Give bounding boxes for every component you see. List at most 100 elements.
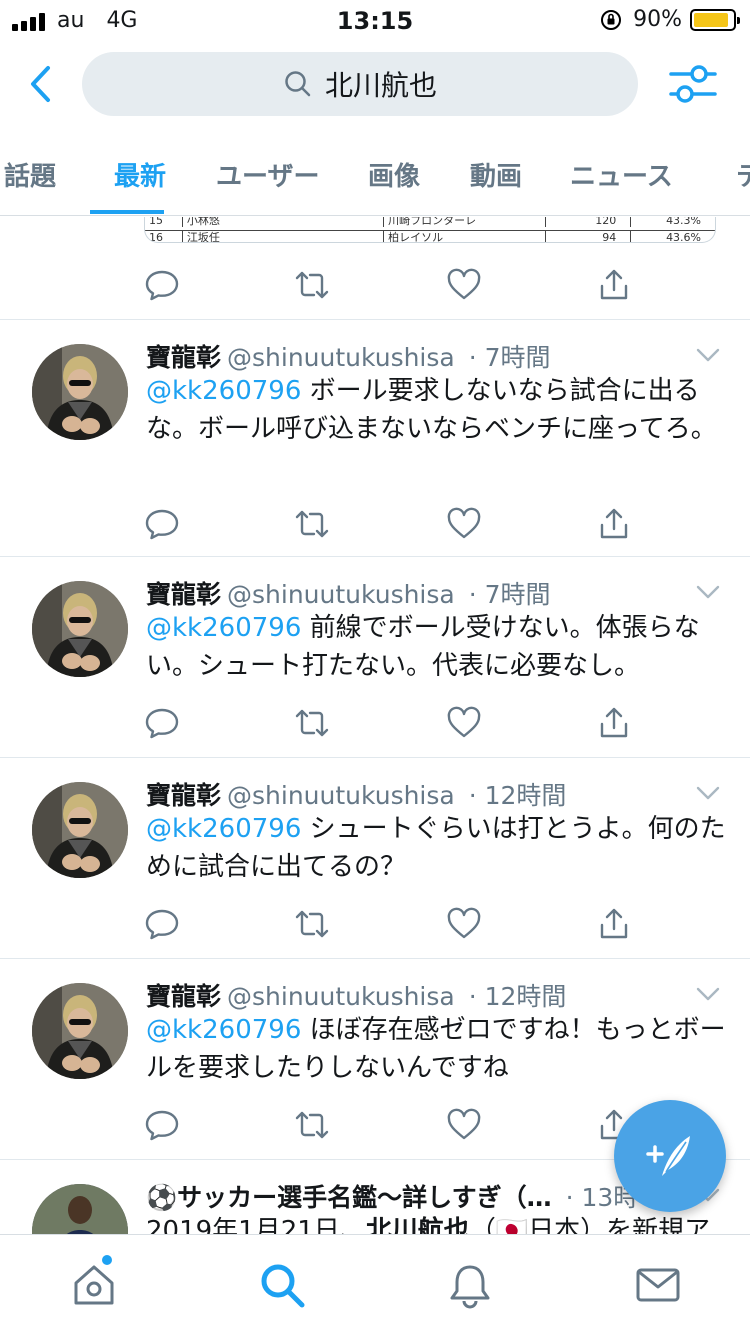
reply-icon[interactable]: [144, 1107, 180, 1143]
messages-icon[interactable]: [634, 1261, 682, 1309]
compose-icon: [646, 1136, 690, 1176]
tweet-time: · 7時間: [468, 580, 551, 609]
chevron-down-icon[interactable]: [696, 348, 720, 362]
orientation-lock-icon: [601, 9, 622, 30]
reply-icon[interactable]: [144, 267, 180, 303]
tweet[interactable]: 寶龍彰 @shinuutukushisa · 7時間 @kk260796 ボール要…: [0, 320, 750, 557]
search-icon: [285, 71, 311, 97]
active-tab-indicator: [90, 210, 164, 214]
user-name[interactable]: 寶龍彰: [146, 343, 221, 372]
avatar-image: [32, 1184, 128, 1234]
user-handle: @shinuutukushisa: [227, 580, 455, 609]
image-table-row: 15 小林悠 川崎フロンターレ 120 43.3%: [145, 217, 715, 227]
user-name[interactable]: 寶龍彰: [146, 580, 221, 609]
avatar[interactable]: [32, 1184, 128, 1234]
tweet-time: · 7時間: [468, 343, 551, 372]
tweet-header: 寶龍彰 @shinuutukushisa · 7時間: [146, 575, 551, 611]
tweet-actions: [144, 906, 644, 946]
search-header: 北川航也: [0, 44, 750, 124]
tab-news[interactable]: ニュース: [570, 156, 673, 193]
tab-images[interactable]: 画像: [368, 156, 420, 193]
reply-icon[interactable]: [144, 906, 180, 942]
user-name[interactable]: 寶龍彰: [146, 781, 221, 810]
image-table-cell: 120: [546, 217, 632, 227]
tweet-actions: [144, 1107, 644, 1147]
search-query: 北川航也: [324, 69, 437, 102]
tweet-body: 2019年1月21日、: [146, 1216, 366, 1234]
tweet[interactable]: 寶龍彰 @shinuutukushisa · 12時間 @kk260796 シュー…: [0, 758, 750, 959]
explore-icon[interactable]: [258, 1261, 306, 1309]
avatar-image: [32, 581, 128, 677]
home-icon[interactable]: [70, 1261, 118, 1309]
reply-icon[interactable]: [144, 705, 180, 741]
like-icon[interactable]: [446, 506, 482, 542]
like-icon[interactable]: [446, 1107, 482, 1143]
back-button[interactable]: [22, 62, 58, 106]
battery-icon: [690, 8, 740, 31]
user-name[interactable]: ⚽サッカー選手名鑑〜詳しすぎ（…: [146, 1183, 552, 1212]
like-icon[interactable]: [446, 267, 482, 303]
attached-image[interactable]: 15 小林悠 川崎フロンターレ 120 43.3% 16 江坂任 柏レイソル 9…: [144, 217, 716, 243]
tab-videos[interactable]: 動画: [470, 156, 522, 193]
user-handle: @shinuutukushisa: [227, 982, 455, 1011]
tweet-fragment[interactable]: 15 小林悠 川崎フロンターレ 120 43.3% 16 江坂任 柏レイソル 9…: [0, 217, 750, 320]
mention-link[interactable]: @kk260796: [146, 1015, 301, 1045]
tab-latest[interactable]: 最新: [114, 156, 166, 193]
image-table-cell: 15: [145, 217, 183, 227]
image-table-cell: 小林悠: [183, 217, 385, 227]
compose-button[interactable]: [614, 1100, 726, 1212]
home-notification-dot: [102, 1255, 112, 1265]
filter-button[interactable]: [668, 62, 718, 106]
tweet-actions: [144, 506, 644, 546]
chevron-down-icon[interactable]: [696, 987, 720, 1001]
tweet-header: 寶龍彰 @shinuutukushisa · 12時間: [146, 776, 566, 812]
mention-link[interactable]: @kk260796: [146, 814, 301, 844]
tweet-actions: [144, 267, 644, 307]
image-table-cell: 川崎フロンターレ: [384, 217, 546, 227]
avatar-image: [32, 983, 128, 1079]
retweet-icon[interactable]: [294, 1107, 330, 1143]
mention-link[interactable]: @kk260796: [146, 376, 301, 406]
share-icon[interactable]: [596, 906, 632, 942]
tweet-header: 寶龍彰 @shinuutukushisa · 7時間: [146, 338, 551, 374]
battery-level: [694, 12, 729, 27]
tweet-header: 寶龍彰 @shinuutukushisa · 12時間: [146, 977, 566, 1013]
notifications-icon[interactable]: [446, 1261, 494, 1309]
mention-link[interactable]: @kk260796: [146, 613, 301, 643]
like-icon[interactable]: [446, 705, 482, 741]
share-icon[interactable]: [596, 705, 632, 741]
retweet-icon[interactable]: [294, 506, 330, 542]
share-icon[interactable]: [596, 506, 632, 542]
tweet[interactable]: 寶龍彰 @shinuutukushisa · 7時間 @kk260796 前線でボ…: [0, 557, 750, 758]
tab-users[interactable]: ユーザー: [216, 156, 319, 193]
chevron-down-icon[interactable]: [696, 786, 720, 800]
avatar-image: [32, 782, 128, 878]
filter-icon: [669, 65, 717, 103]
search-tabs: 話題 最新 ユーザー 画像 動画 ニュース テ: [0, 140, 750, 216]
retweet-icon[interactable]: [294, 906, 330, 942]
search-input[interactable]: 北川航也: [82, 52, 638, 116]
avatar-image: [32, 344, 128, 440]
image-table-cell: 94: [546, 231, 632, 242]
battery-percent: 90%: [633, 7, 682, 32]
avatar[interactable]: [32, 344, 128, 440]
like-icon[interactable]: [446, 906, 482, 942]
image-table-cell: 16: [145, 231, 183, 242]
avatar[interactable]: [32, 983, 128, 1079]
retweet-icon[interactable]: [294, 267, 330, 303]
avatar[interactable]: [32, 782, 128, 878]
chevron-down-icon[interactable]: [696, 585, 720, 599]
timeline[interactable]: 15 小林悠 川崎フロンターレ 120 43.3% 16 江坂任 柏レイソル 9…: [0, 217, 750, 1234]
retweet-icon[interactable]: [294, 705, 330, 741]
user-handle: @shinuutukushisa: [227, 343, 455, 372]
tweet-text: @kk260796 ほぼ存在感ゼロですね！もっとボールを要求したりしないんですね: [146, 1011, 726, 1087]
tweet-body: （🇯🇵日本）を新規ア: [469, 1216, 711, 1234]
tab-more[interactable]: テ: [736, 156, 750, 193]
tab-top[interactable]: 話題: [4, 156, 56, 193]
tweet-actions: [144, 705, 644, 745]
status-bar: au 4G 13:15 90%: [0, 0, 750, 40]
reply-icon[interactable]: [144, 506, 180, 542]
share-icon[interactable]: [596, 267, 632, 303]
user-name[interactable]: 寶龍彰: [146, 982, 221, 1011]
avatar[interactable]: [32, 581, 128, 677]
